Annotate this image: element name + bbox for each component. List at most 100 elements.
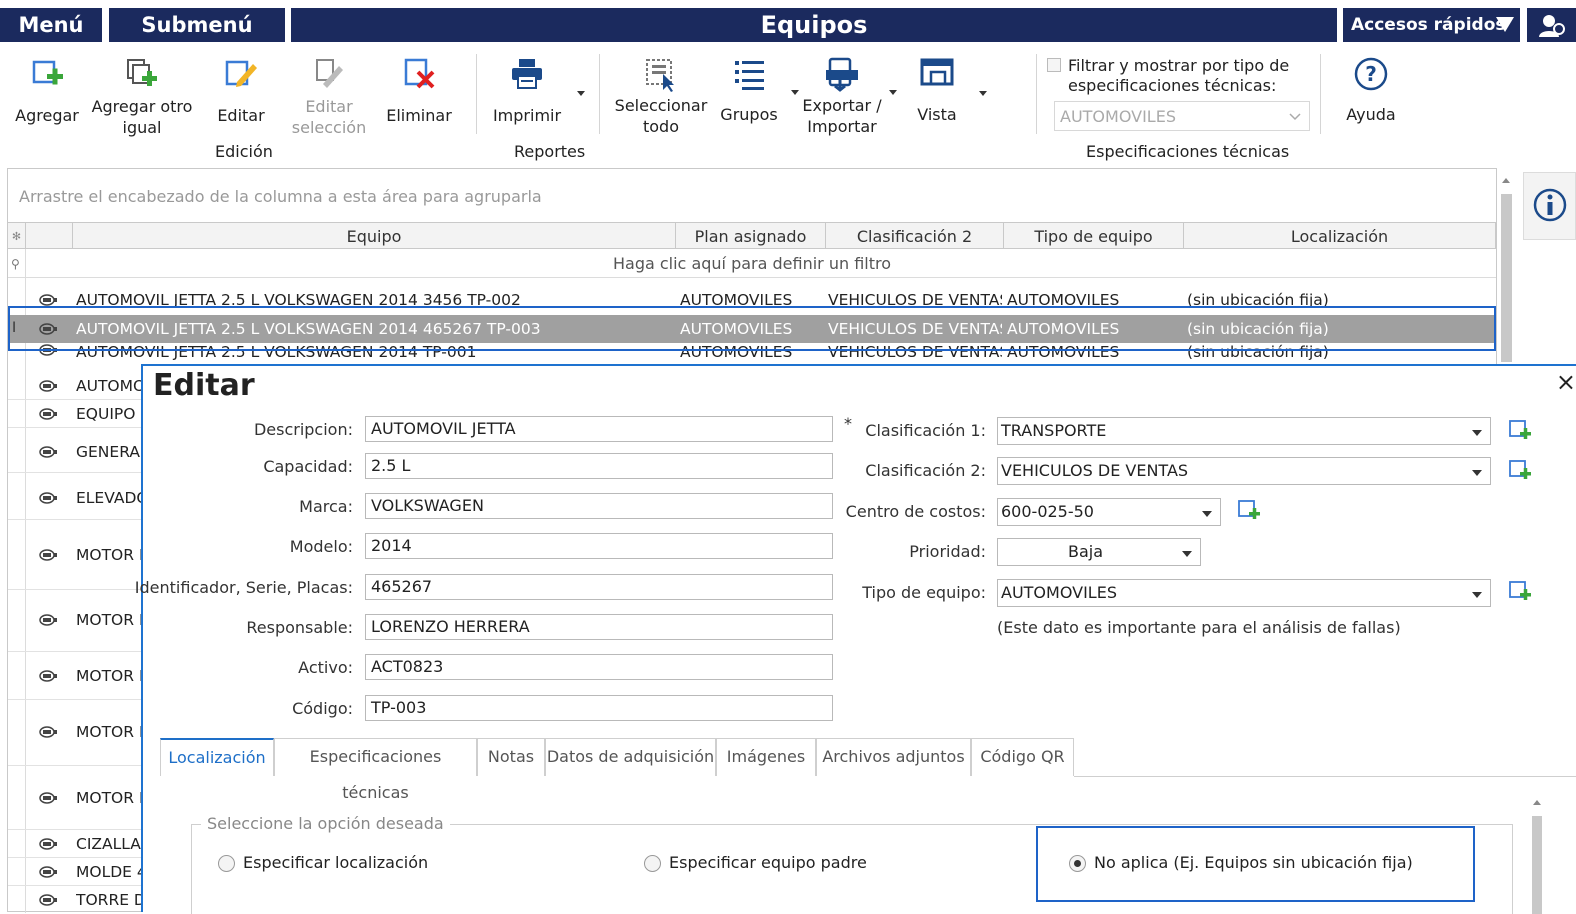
equipment-icon bbox=[39, 894, 57, 906]
radio-especificar-equipo-padre[interactable] bbox=[644, 855, 661, 872]
add-clasificacion-1-icon[interactable] bbox=[1508, 418, 1532, 442]
export-label-2: Importar bbox=[807, 117, 877, 136]
groups-button[interactable]: Grupos bbox=[712, 44, 786, 139]
table-row[interactable]: AUTOMO bbox=[8, 372, 142, 400]
column-header-localizacion[interactable]: Localización bbox=[1184, 222, 1496, 249]
capacidad-field[interactable]: 2.5 L bbox=[365, 453, 833, 479]
edit-button[interactable]: Editar bbox=[206, 44, 276, 139]
user-button[interactable] bbox=[1527, 8, 1576, 42]
table-row[interactable]: CIZALLA bbox=[8, 830, 142, 858]
scroll-up-icon[interactable] bbox=[1502, 178, 1510, 183]
responsable-field[interactable]: LORENZO HERRERA bbox=[365, 614, 833, 640]
tab-localizacion[interactable]: Localización bbox=[160, 738, 274, 776]
delete-button[interactable]: Eliminar bbox=[382, 44, 456, 139]
tipo-equipo-value: AUTOMOVILES bbox=[1001, 583, 1117, 602]
chevron-down-icon bbox=[1472, 430, 1482, 436]
radio-especificar-equipo-padre-label[interactable]: Especificar equipo padre bbox=[669, 853, 867, 872]
row-divider bbox=[8, 399, 148, 400]
tipo-equipo-select[interactable]: AUTOMOVILES bbox=[997, 579, 1491, 607]
cell-equipo: MOLDE 4 bbox=[76, 863, 142, 881]
view-button[interactable]: Vista bbox=[904, 44, 970, 139]
filter-row[interactable]: ⚲ Haga clic aquí para definir un filtro bbox=[8, 250, 1496, 278]
radio-no-aplica-label[interactable]: No aplica (Ej. Equipos sin ubicación fij… bbox=[1094, 853, 1413, 872]
row-divider bbox=[8, 519, 148, 520]
tab-datos-adquisicion[interactable]: Datos de adquisición bbox=[545, 738, 716, 776]
marca-field[interactable]: VOLKSWAGEN bbox=[365, 493, 833, 519]
identificador-field[interactable]: 465267 bbox=[365, 574, 833, 600]
add-clasificacion-2-icon[interactable] bbox=[1508, 458, 1532, 482]
row-divider bbox=[8, 651, 148, 652]
help-button[interactable]: ? Ayuda bbox=[1336, 44, 1406, 139]
view-dropdown-icon[interactable] bbox=[979, 91, 987, 96]
clasificacion-1-select[interactable]: TRANSPORTE bbox=[997, 417, 1491, 445]
print-dropdown-icon[interactable] bbox=[577, 91, 585, 96]
marca-label: Marca: bbox=[299, 497, 353, 516]
export-import-button[interactable]: Exportar / Importar bbox=[798, 44, 886, 139]
table-row[interactable]: ELEVADO bbox=[8, 484, 142, 512]
add-same-label-2: igual bbox=[122, 118, 162, 137]
add-button[interactable]: Agregar bbox=[8, 44, 86, 139]
edit-dialog: Editar × Descripcion: AUTOMOVIL JETTA * … bbox=[135, 364, 1576, 914]
identificador-label: Identificador, Serie, Placas: bbox=[134, 578, 353, 597]
table-row[interactable]: MOTOR E bbox=[8, 662, 142, 690]
row-indicator-header[interactable]: ✻ bbox=[8, 222, 26, 249]
table-row[interactable]: MOTOR E bbox=[8, 541, 142, 569]
top-bar: Menú Submenú Equipos Accesos rápidos bbox=[0, 0, 1576, 44]
radio-no-aplica[interactable] bbox=[1069, 855, 1086, 872]
add-same-label-1: Agregar otro bbox=[91, 97, 193, 116]
table-row[interactable]: GENERAD bbox=[8, 438, 142, 466]
scroll-up-icon[interactable] bbox=[1533, 800, 1541, 805]
descripcion-label: Descripcion: bbox=[253, 420, 353, 439]
column-header-tipo[interactable]: Tipo de equipo bbox=[1004, 222, 1184, 249]
print-button[interactable]: Imprimir bbox=[486, 44, 568, 139]
tab-especificaciones[interactable]: Especificaciones técnicas bbox=[274, 738, 477, 802]
tab-notas[interactable]: Notas bbox=[477, 738, 545, 776]
edit-selection-button[interactable]: Editar selección bbox=[288, 44, 370, 139]
column-header-plan[interactable]: Plan asignado bbox=[676, 222, 826, 249]
modelo-field[interactable]: 2014 bbox=[365, 533, 833, 559]
spec-type-value: AUTOMOVILES bbox=[1060, 107, 1176, 126]
edit-icon bbox=[225, 60, 257, 87]
printer-icon bbox=[512, 59, 542, 89]
clasificacion-2-select[interactable]: VEHICULOS DE VENTAS bbox=[997, 457, 1491, 485]
view-icon bbox=[920, 58, 954, 86]
spec-type-select[interactable]: AUTOMOVILES bbox=[1054, 101, 1310, 131]
column-header-equipo[interactable]: Equipo bbox=[73, 222, 676, 249]
grid-scrollbar[interactable] bbox=[1497, 172, 1517, 362]
table-row[interactable]: MOTOR E bbox=[8, 606, 142, 634]
prioridad-select[interactable]: Baja bbox=[997, 538, 1201, 566]
scroll-thumb[interactable] bbox=[1532, 816, 1542, 914]
table-row[interactable]: EQUIPO bbox=[8, 400, 142, 428]
scroll-thumb[interactable] bbox=[1501, 194, 1512, 362]
table-row[interactable]: MOTOR E bbox=[8, 784, 142, 812]
tab-imagenes[interactable]: Imágenes bbox=[716, 738, 816, 776]
quick-access-button[interactable]: Accesos rápidos bbox=[1343, 8, 1520, 42]
radio-especificar-localizacion[interactable] bbox=[218, 855, 235, 872]
add-same-button[interactable]: Agregar otro igual bbox=[90, 44, 194, 139]
codigo-field[interactable]: TP-003 bbox=[365, 695, 833, 721]
equipment-icon bbox=[39, 866, 57, 878]
table-row[interactable]: MOTOR E bbox=[8, 718, 142, 746]
add-centro-costos-icon[interactable] bbox=[1237, 498, 1261, 522]
tab-codigo-qr[interactable]: Código QR bbox=[971, 738, 1074, 776]
activo-field[interactable]: ACT0823 bbox=[365, 654, 833, 680]
export-dropdown-icon[interactable] bbox=[889, 90, 897, 95]
tab-archivos-adjuntos[interactable]: Archivos adjuntos bbox=[816, 738, 971, 776]
descripcion-field[interactable]: AUTOMOVIL JETTA bbox=[365, 416, 833, 442]
submenu-button[interactable]: Submenú bbox=[109, 8, 285, 42]
select-all-button[interactable]: Seleccionar todo bbox=[612, 44, 710, 139]
group-by-area[interactable]: Arrastre el encabezado de la columna a e… bbox=[8, 169, 1496, 222]
centro-costos-select[interactable]: 600-025-50 bbox=[997, 498, 1221, 526]
info-button[interactable] bbox=[1523, 172, 1576, 240]
filter-checkbox[interactable] bbox=[1047, 58, 1061, 72]
radio-especificar-localizacion-label[interactable]: Especificar localización bbox=[243, 853, 428, 872]
table-row[interactable]: TORRE D bbox=[8, 886, 142, 914]
column-header-clasificacion-2[interactable]: Clasificación 2 bbox=[826, 222, 1004, 249]
edit-scrollbar[interactable] bbox=[1527, 796, 1547, 914]
table-row[interactable]: MOLDE 4 bbox=[8, 858, 142, 886]
filter-hint: Haga clic aquí para definir un filtro bbox=[612, 254, 892, 273]
close-icon[interactable]: × bbox=[1556, 368, 1576, 396]
add-tipo-equipo-icon[interactable] bbox=[1508, 579, 1532, 603]
menu-button[interactable]: Menú bbox=[0, 8, 102, 42]
icon-column-header[interactable] bbox=[26, 222, 73, 249]
